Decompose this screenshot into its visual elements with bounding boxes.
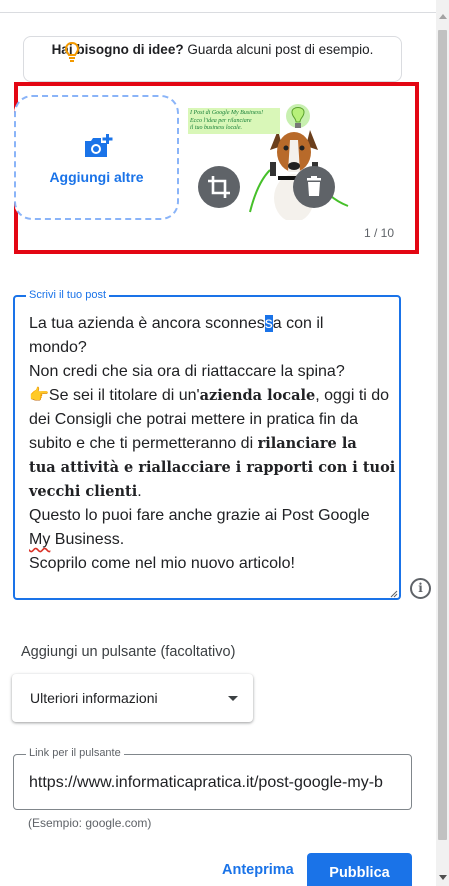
post-line: Scoprilo come nel mio nuovo articolo! bbox=[29, 555, 295, 572]
post-text-content[interactable]: La tua azienda è ancora sconnessa con il… bbox=[29, 312, 396, 576]
link-example-hint: (Esempio: google.com) bbox=[28, 816, 152, 830]
scroll-down-arrow-icon[interactable] bbox=[439, 875, 447, 880]
post-line: subito e che ti permetteranno di rilanci… bbox=[29, 432, 389, 456]
photo-counter: 1 / 10 bbox=[364, 226, 395, 240]
delete-photo-button[interactable] bbox=[293, 166, 335, 208]
crop-button[interactable] bbox=[198, 166, 240, 208]
post-line: tua attività e riallacciare i rapporti c… bbox=[29, 459, 396, 476]
scrollbar[interactable] bbox=[436, 0, 449, 886]
ideas-tip-banner[interactable]: Hai bisogno di idee? Guarda alcuni post … bbox=[23, 36, 402, 82]
chevron-down-icon bbox=[228, 696, 238, 701]
post-text-run: 👉Se sei il titolare di un' bbox=[29, 387, 200, 404]
top-divider bbox=[0, 12, 436, 13]
button-link-label: Link per il pulsante bbox=[26, 747, 124, 759]
post-line: My Business. bbox=[29, 528, 389, 552]
button-type-dropdown[interactable]: Ulteriori informazioni bbox=[12, 674, 253, 722]
dropdown-selected-value: Ulteriori informazioni bbox=[30, 690, 158, 706]
lightbulb-icon bbox=[64, 41, 80, 62]
thumbnail-caption-line: I Post di Google My Business! bbox=[190, 110, 264, 116]
scroll-up-arrow-icon[interactable] bbox=[439, 14, 447, 19]
info-icon[interactable]: i bbox=[410, 578, 431, 599]
post-line: mondo? bbox=[29, 339, 87, 356]
thumbnail-caption-line: il tuo business locale. bbox=[190, 125, 242, 131]
button-link-input[interactable] bbox=[29, 772, 397, 794]
post-line: dei Consigli che potrai mettere in prati… bbox=[29, 411, 359, 428]
post-text-run: . bbox=[137, 483, 142, 500]
add-more-photos-button[interactable]: Aggiungi altre bbox=[14, 95, 179, 220]
thumbnail-caption-line: Ecco l'idea per rilanciare bbox=[190, 117, 252, 124]
post-text-run: La tua azienda è ancora sconnes bbox=[29, 315, 265, 332]
add-button-heading: Aggiungi un pulsante (facoltativo) bbox=[21, 644, 236, 660]
trash-icon bbox=[307, 176, 321, 196]
crop-icon bbox=[208, 176, 230, 198]
publish-button[interactable]: Pubblica bbox=[307, 853, 412, 886]
scrollbar-thumb[interactable] bbox=[438, 30, 447, 840]
post-bold-text: azienda locale bbox=[199, 387, 316, 404]
post-bold-text: vecchi clienti bbox=[29, 483, 138, 500]
post-text-run: subito e che ti permetteranno di bbox=[29, 435, 258, 452]
tip-text: Guarda alcuni post di esempio. bbox=[183, 42, 374, 57]
post-text-run: a con il bbox=[272, 315, 324, 332]
post-line: 👉Se sei il titolare di un'azienda locale… bbox=[29, 384, 389, 408]
post-textarea-label: Scrivi il tuo post bbox=[26, 289, 110, 301]
add-more-label: Aggiungi altre bbox=[49, 169, 144, 185]
thumbnail-caption: I Post di Google My Business! Ecco l'ide… bbox=[188, 108, 280, 134]
post-text-run: Business. bbox=[50, 531, 125, 548]
post-line: Questo lo puoi fare anche grazie ai Post… bbox=[29, 507, 370, 524]
post-line: Non credi che sia ora di riattaccare la … bbox=[29, 363, 345, 380]
preview-button[interactable]: Anteprima bbox=[222, 862, 294, 878]
resize-handle-icon[interactable] bbox=[390, 590, 398, 598]
spellcheck-word: My bbox=[29, 531, 51, 548]
text-selection: s bbox=[264, 315, 273, 332]
post-line: vecchi clienti. bbox=[29, 480, 389, 504]
post-text-run: , oggi ti do bbox=[315, 387, 390, 404]
add-photo-icon bbox=[85, 134, 113, 157]
post-bold-text: rilanciare la bbox=[257, 435, 357, 452]
post-line: La tua azienda è ancora sconnessa con il bbox=[29, 312, 389, 336]
